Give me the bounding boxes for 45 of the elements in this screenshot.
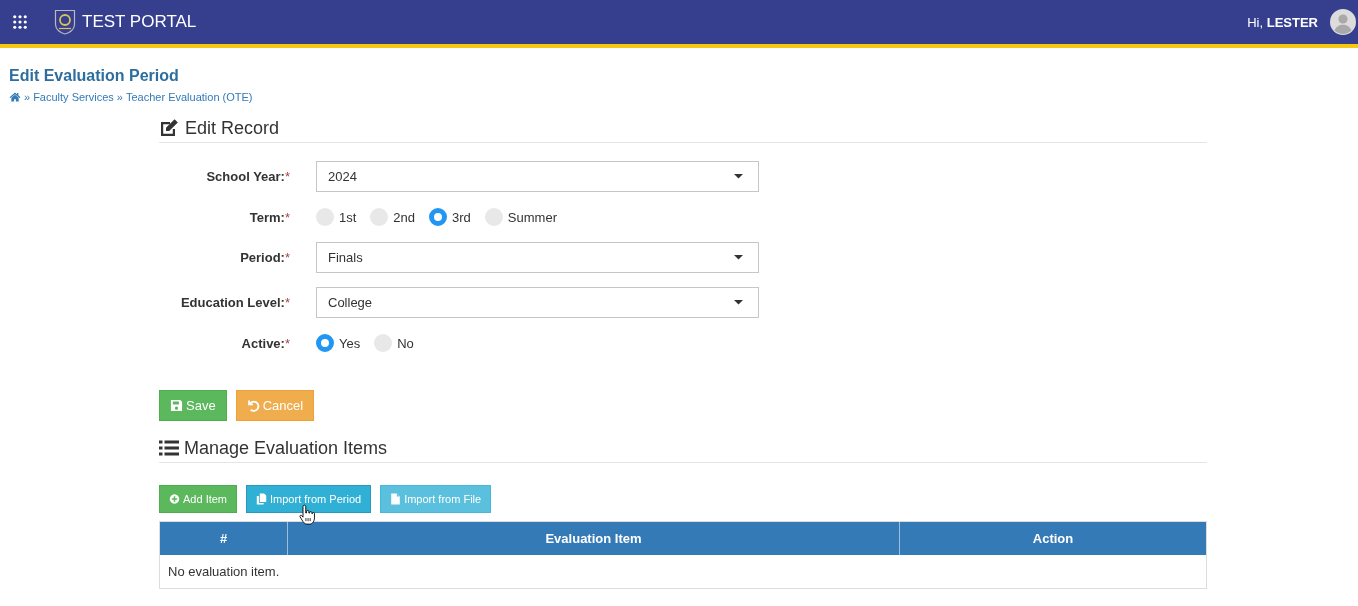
field-label: Active:* (241, 335, 291, 351)
breadcrumb-link[interactable]: Faculty Services (33, 90, 114, 104)
user-avatar-icon[interactable] (1330, 9, 1356, 35)
section-heading: Manage Evaluation Items (184, 437, 388, 459)
column-header: Action (1031, 530, 1075, 548)
radio-option-label: No (397, 335, 414, 351)
radio-option-label: 2nd (393, 209, 416, 225)
crest-logo-icon (54, 9, 76, 35)
radio-option-label: Summer (507, 209, 557, 225)
file-icon (390, 493, 402, 505)
radio-option-label: Yes (339, 335, 361, 351)
column-header: # (160, 522, 288, 555)
select-field[interactable]: Finals (316, 242, 759, 273)
breadcrumb-link[interactable]: Teacher Evaluation (OTE) (125, 90, 253, 104)
import-button[interactable]: Import from Period (246, 485, 372, 513)
portal-title: TEST PORTAL (82, 12, 197, 32)
empty-table-message: No evaluation item. (168, 564, 280, 579)
select-field[interactable]: College (316, 287, 759, 318)
select-field[interactable]: 2024 (316, 161, 759, 192)
radio-button[interactable] (429, 208, 448, 226)
edit-icon (159, 118, 179, 138)
field-label: Term:* (249, 209, 291, 225)
caret-icon (734, 174, 743, 179)
field-label: School Year:* (206, 169, 291, 184)
radio-option-label: 1st (339, 209, 357, 225)
app-grid-menu-icon[interactable] (13, 15, 27, 29)
page-title: Edit Evaluation Period (9, 67, 179, 85)
field-label: Period:* (240, 250, 291, 265)
breadcrumb-separator: » (116, 90, 123, 104)
copy-icon (256, 493, 268, 505)
list-icon (159, 440, 179, 456)
radio-option-label: 3rd (452, 209, 471, 225)
hand-cursor-icon (299, 504, 316, 525)
radio-button[interactable] (316, 334, 334, 352)
add-item-button[interactable]: Add Item (159, 485, 238, 513)
save-button[interactable]: Save (159, 390, 227, 421)
caret-icon (734, 255, 743, 260)
undo-icon (246, 399, 260, 412)
field-label: Education Level:* (180, 295, 291, 310)
breadcrumb-separator: » (24, 90, 31, 104)
caret-icon (734, 300, 743, 305)
home-icon[interactable] (9, 92, 21, 102)
column-header: Evaluation Item (288, 522, 900, 555)
user-greeting: Hi, LESTER (1247, 14, 1318, 30)
section-heading: Edit Record (185, 117, 280, 139)
